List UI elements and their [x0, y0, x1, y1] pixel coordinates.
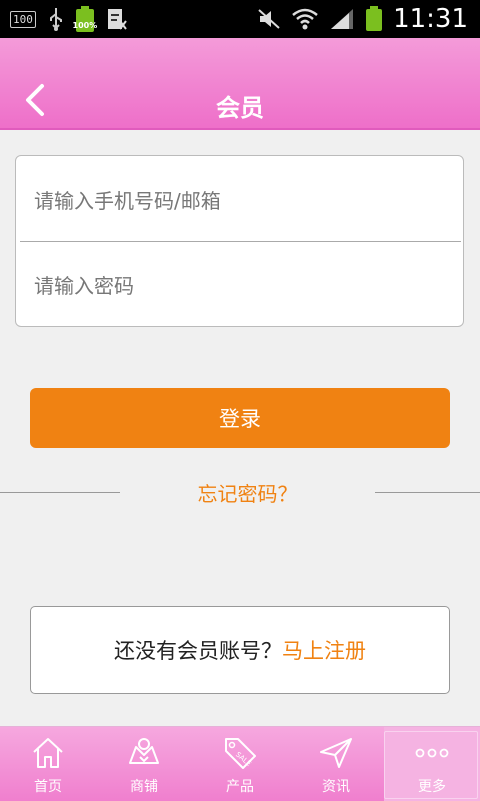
page-title: 会员 — [216, 94, 264, 122]
more-icon — [415, 748, 449, 758]
nav-more-label: 更多 — [418, 779, 446, 795]
home-icon — [33, 738, 63, 768]
login-button[interactable]: 登录 — [30, 388, 450, 448]
nav-more[interactable]: 更多 — [384, 727, 480, 801]
battery-icon — [366, 6, 383, 31]
svg-text:SALE: SALE — [234, 750, 253, 767]
wifi-icon — [292, 8, 318, 30]
shop-icon — [129, 738, 159, 764]
send-icon — [320, 738, 352, 768]
app-header: 会员 — [0, 38, 480, 130]
phone-email-input[interactable] — [34, 181, 454, 221]
clock: 11:31 — [393, 4, 468, 34]
notification-badge: 100 — [10, 10, 36, 28]
usb-icon — [49, 8, 62, 31]
nav-shop-label: 商铺 — [130, 779, 158, 795]
battery-full-icon: 100% — [73, 6, 97, 32]
battery-percent-label: 100% — [72, 21, 98, 30]
register-box: 还没有会员账号？ 马上注册 — [30, 606, 450, 694]
divider-line-right — [375, 492, 480, 493]
status-bar: 100 100% 11:31 — [0, 0, 480, 38]
signal-icon — [331, 9, 354, 29]
nav-news[interactable]: 资讯 — [288, 727, 384, 801]
status-bar-right: 11:31 — [257, 0, 468, 38]
bottom-nav: 首页 商铺 SALE 产品 资讯 更多 — [0, 726, 480, 801]
nav-home-label: 首页 — [34, 779, 62, 795]
nav-home[interactable]: 首页 — [0, 727, 96, 801]
sale-tag-icon: SALE — [225, 738, 256, 769]
nav-news-label: 资讯 — [322, 779, 350, 795]
status-bar-left: 100 100% — [10, 0, 128, 38]
nav-products-label: 产品 — [226, 779, 254, 795]
document-icon — [107, 9, 127, 30]
forgot-password-link[interactable]: 忘记密码？ — [120, 478, 375, 507]
field-divider — [20, 241, 461, 242]
nav-shop[interactable]: 商铺 — [96, 727, 192, 801]
register-prompt: 还没有会员账号？ — [114, 639, 282, 663]
password-input[interactable] — [34, 266, 454, 306]
nav-products[interactable]: SALE 产品 — [192, 727, 288, 801]
login-form — [15, 155, 464, 327]
divider-line-left — [0, 492, 120, 493]
mute-icon — [258, 9, 280, 29]
register-link[interactable]: 马上注册 — [282, 635, 366, 665]
